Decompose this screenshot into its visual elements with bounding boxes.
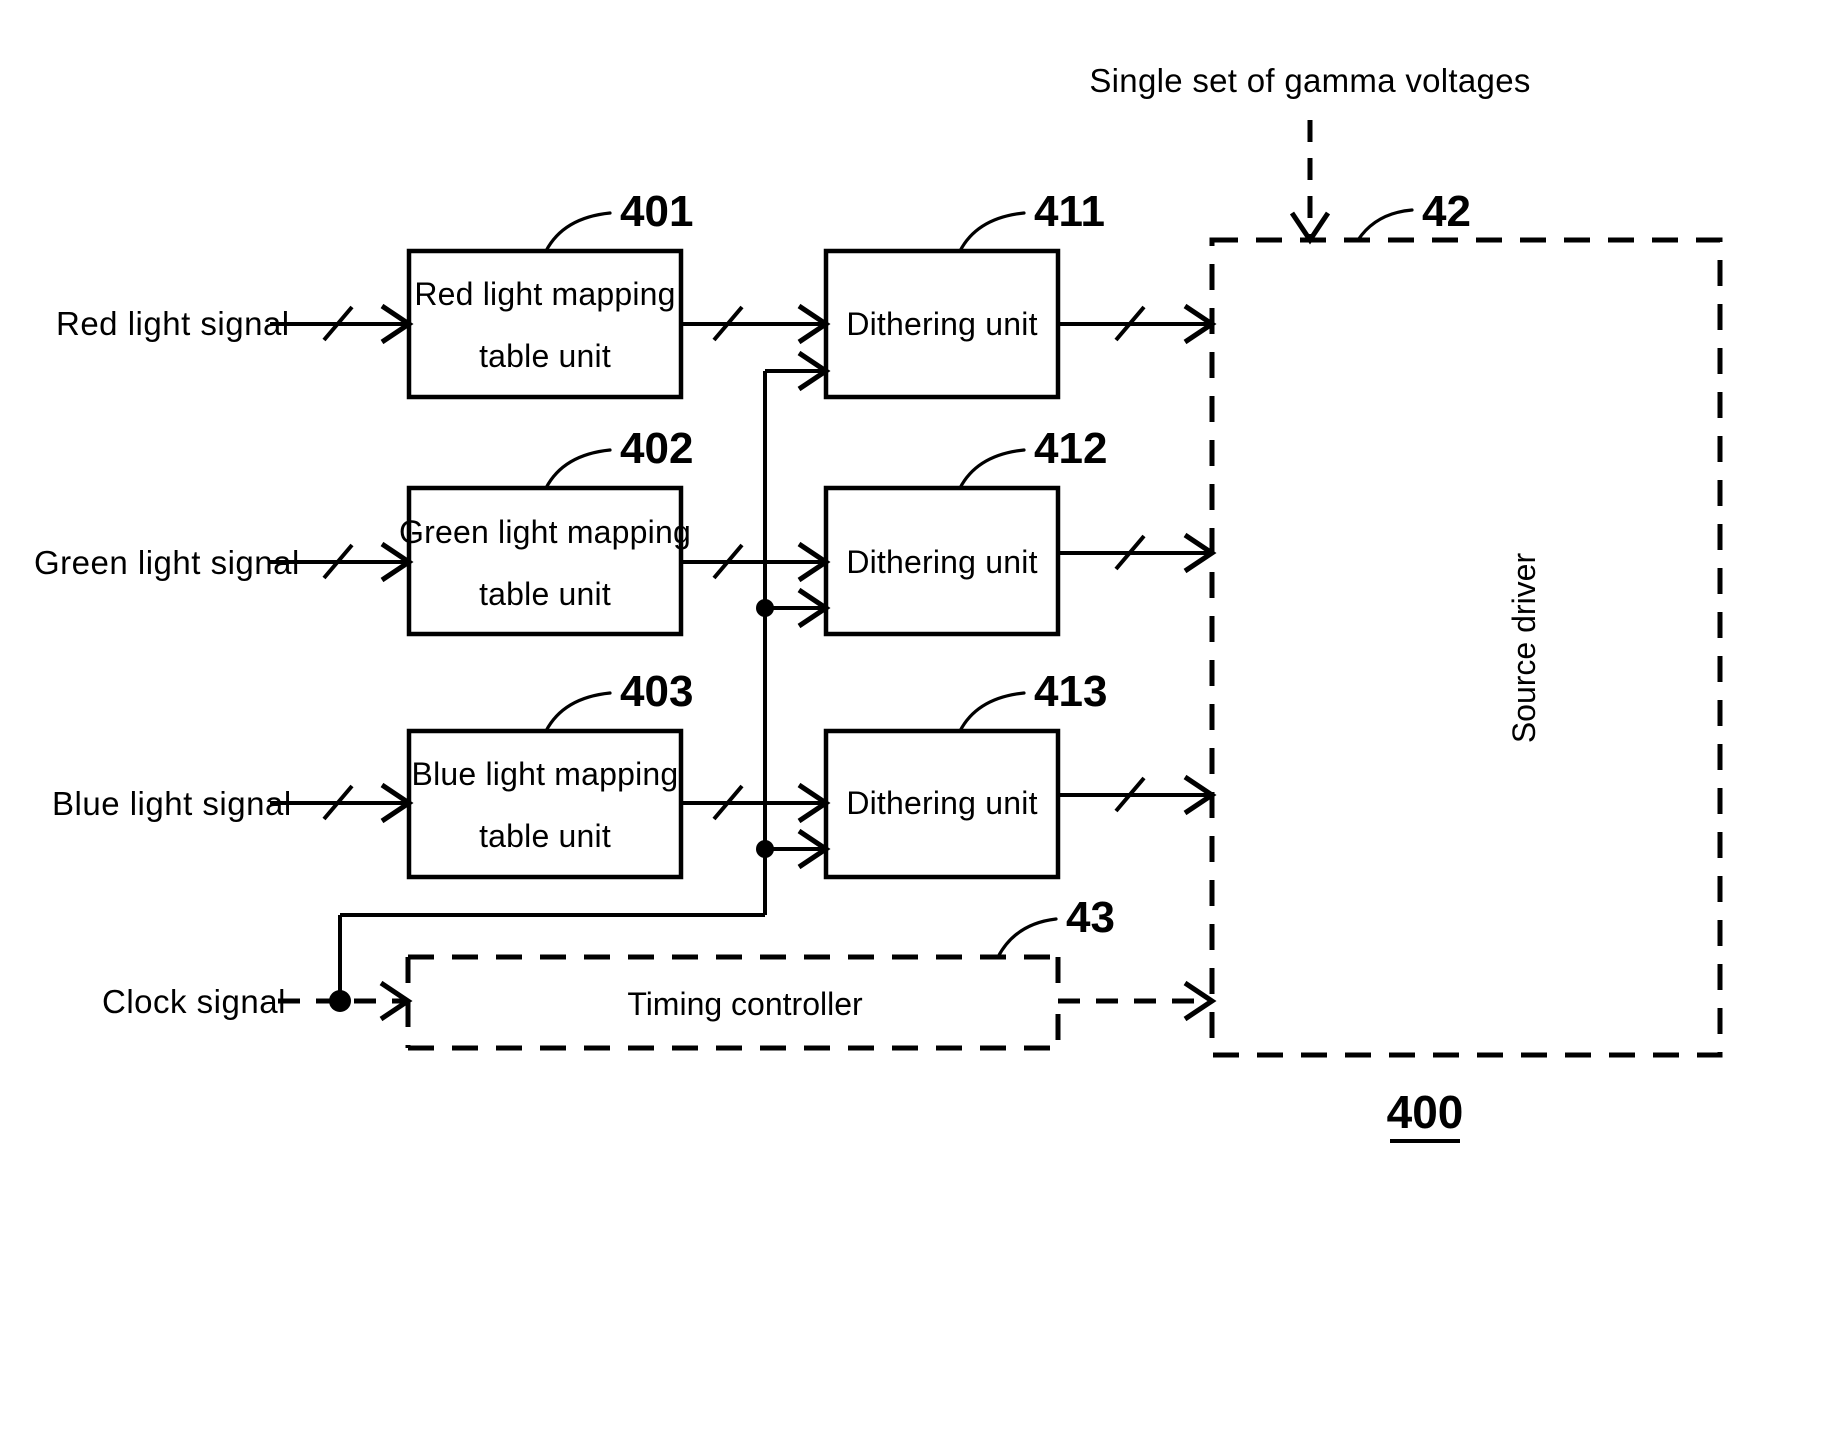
- box-red-mapping-unit: [406, 248, 684, 400]
- leader-412: [958, 448, 1026, 490]
- label-blue-light-signal: Blue light signal: [52, 785, 292, 822]
- leader-413: [958, 691, 1026, 733]
- box-source-driver: [1209, 237, 1723, 1058]
- label-green-mapping-line1: Green light mapping: [399, 514, 691, 550]
- box-blue-mapping-unit: [406, 728, 684, 880]
- ref-numeral-412: 412: [1034, 424, 1107, 473]
- block-diagram: Red light signal Green light signal Blue…: [34, 62, 1723, 1143]
- junction-dot-412: [756, 599, 774, 617]
- label-timing-controller: Timing controller: [627, 986, 863, 1022]
- label-red-mapping-line2: table unit: [479, 338, 611, 374]
- label-green-light-signal: Green light signal: [34, 544, 300, 581]
- label-red-light-signal: Red light signal: [56, 305, 290, 342]
- label-blue-mapping-line2: table unit: [479, 818, 611, 854]
- ref-numeral-43: 43: [1066, 893, 1115, 942]
- box-green-mapping-unit: [406, 485, 684, 637]
- ref-numeral-403: 403: [620, 667, 693, 716]
- figure-number: 400: [1387, 1086, 1464, 1138]
- junction-dot-clock: [329, 990, 351, 1012]
- ref-numeral-402: 402: [620, 424, 693, 473]
- leader-42: [1356, 208, 1414, 242]
- label-red-mapping-line1: Red light mapping: [414, 276, 675, 312]
- ref-numeral-42: 42: [1422, 187, 1471, 236]
- label-dithering-unit-412: Dithering unit: [846, 544, 1037, 580]
- leader-402: [544, 448, 612, 490]
- leader-411: [958, 211, 1026, 253]
- leader-401: [544, 211, 612, 253]
- label-dithering-unit-411: Dithering unit: [846, 306, 1037, 342]
- ref-numeral-411: 411: [1034, 187, 1105, 236]
- label-blue-mapping-line1: Blue light mapping: [412, 756, 679, 792]
- label-dithering-unit-413: Dithering unit: [846, 785, 1037, 821]
- ref-numeral-401: 401: [620, 187, 693, 236]
- label-clock-signal: Clock signal: [102, 983, 286, 1020]
- junction-dot-413: [756, 840, 774, 858]
- label-gamma-voltages: Single set of gamma voltages: [1089, 62, 1530, 99]
- patent-figure-page: Red light signal Green light signal Blue…: [0, 0, 1824, 1436]
- leader-43: [996, 917, 1058, 959]
- ref-numeral-413: 413: [1034, 667, 1107, 716]
- label-green-mapping-line2: table unit: [479, 576, 611, 612]
- leader-403: [544, 691, 612, 733]
- label-source-driver: Source driver: [1506, 553, 1542, 744]
